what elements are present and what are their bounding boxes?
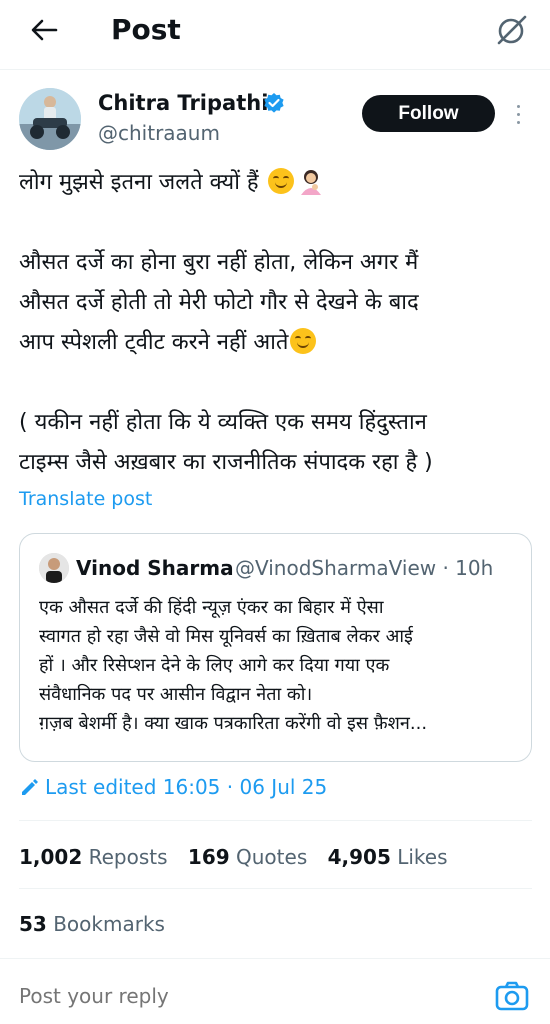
avatar-image [19,88,81,150]
back-button[interactable] [22,12,66,48]
avatar[interactable] [19,88,81,150]
quoted-handle-time: @VinodSharmaView · 10h [235,556,494,580]
engagement-stats: 1,002 Reposts 169 Quotes 4,905 Likes [19,842,462,872]
back-arrow-icon [31,19,58,41]
translate-post-link[interactable]: Translate post [19,486,152,512]
page-title: Post [111,13,181,46]
quoted-avatar [39,553,69,583]
post-line: लोग मुझसे इतना जलते क्यों हैं [19,163,539,203]
post-line: ( यकीन नहीं होता कि ये व्यक्ति एक समय हि… [19,410,427,435]
edit-pencil-icon [22,779,38,795]
quoted-line: स्वागत हो रहा जैसे वो मिस यूनिवर्स का ख़… [39,626,413,647]
last-edited-link[interactable]: Last edited 16:05 · 06 Jul 25 [19,772,327,802]
divider [19,888,532,889]
post-line: औसत दर्जे का होना बुरा नहीं होता, लेकिन … [19,250,419,275]
likes-stat[interactable]: 4,905 Likes [328,845,462,869]
divider [19,820,532,821]
post-line: आप स्पेशली ट्वीट करने नहीं आते [19,323,539,363]
quoted-line: संवैधानिक पद पर आसीन विद्वान नेता को। [39,684,313,705]
quotes-stat[interactable]: 169 Quotes [188,845,321,869]
quoted-text: एक औसत दर्जे की हिंदी न्यूज़ एंकर का बिह… [39,593,519,738]
post-text: लोग मुझसे इतना जलते क्यों हैं औसत दर्जे … [19,163,539,483]
follow-button[interactable]: Follow [362,95,495,132]
reply-bar [0,958,550,1024]
top-bar: Post [0,0,550,70]
quoted-line: ग़ज़ब बेशर्मी है। क्या खाक पत्रकारिता कर… [39,713,428,734]
author-name[interactable]: Chitra Tripathi [98,90,268,116]
quoted-line: हों । और रिसेप्शन देने के लिए आगे कर दिय… [39,655,390,676]
author-row: Chitra Tripathi @chitraaum Follow [0,84,550,152]
quoted-author-name: Vinod Sharma [76,556,234,580]
post-line: औसत दर्जे होती तो मेरी फोटो गौर से देखने… [19,290,419,315]
grok-icon [497,15,527,45]
reply-input[interactable] [19,981,419,1011]
author-handle[interactable]: @chitraaum [98,120,220,146]
person-emoji-icon [300,170,321,195]
last-edited-label: Last edited 16:05 · 06 Jul 25 [45,775,328,799]
post-line: टाइम्स जैसे अख़बार का राजनीतिक संपादक रह… [19,450,433,475]
reposts-stat[interactable]: 1,002 Reposts [19,845,182,869]
smile-emoji-icon [267,168,294,194]
quoted-line: एक औसत दर्जे की हिंदी न्यूज़ एंकर का बिह… [39,597,384,618]
bookmarks-stat[interactable]: 53 Bookmarks [19,909,165,939]
smile-emoji-icon [290,328,317,354]
grok-button[interactable] [492,10,532,50]
quoted-post[interactable]: Vinod Sharma @VinodSharmaView · 10h एक औ… [19,533,532,762]
verified-badge-icon [264,93,284,113]
more-options-icon[interactable] [506,98,530,130]
camera-icon[interactable] [494,979,530,1013]
